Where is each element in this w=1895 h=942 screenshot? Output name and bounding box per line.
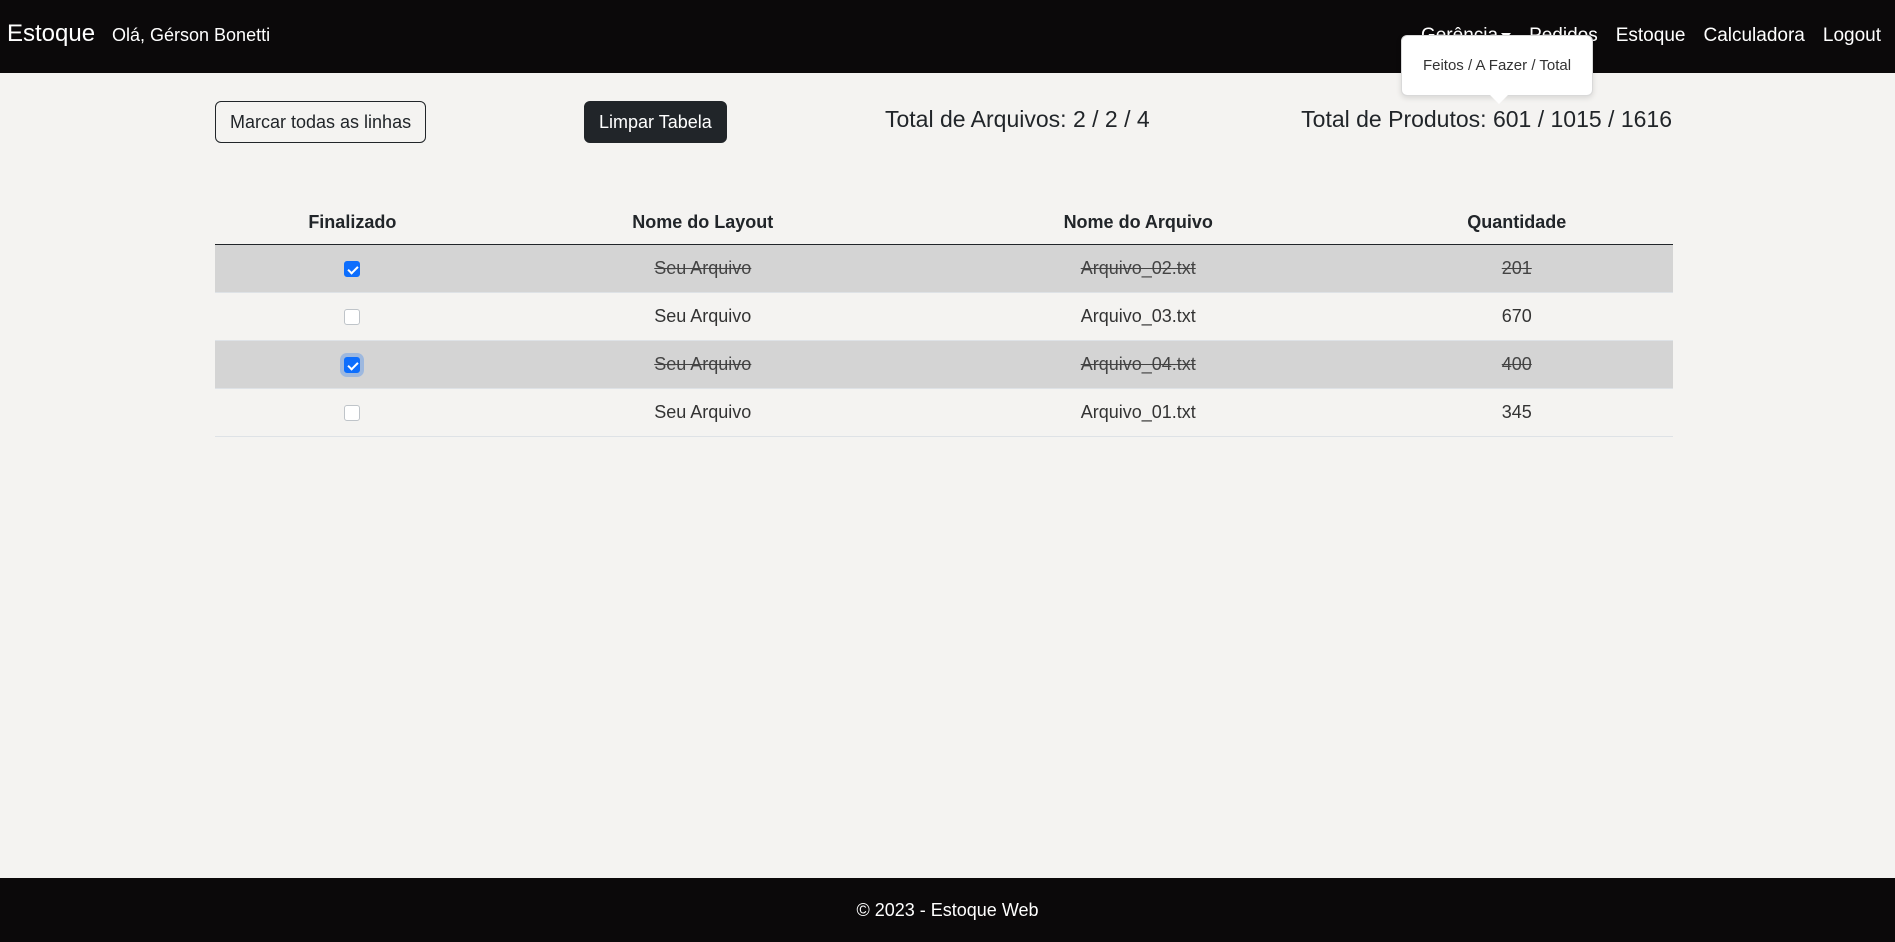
- arquivo-cell: Arquivo_04.txt: [915, 340, 1361, 389]
- nav-estoque[interactable]: Estoque: [1616, 25, 1686, 47]
- quantidade-cell: 201: [1360, 244, 1673, 293]
- header-quantidade: Quantidade: [1360, 200, 1673, 245]
- finalizado-cell: [215, 292, 490, 341]
- user-greeting: Olá, Gérson Bonetti: [112, 25, 271, 45]
- finalizado-checkbox[interactable]: [344, 405, 361, 422]
- finalizado-checkbox[interactable]: [344, 357, 361, 374]
- finalizado-cell: [215, 388, 490, 437]
- footer-copyright: © 2023 - Estoque Web: [856, 899, 1039, 920]
- finalizado-checkbox[interactable]: [344, 309, 361, 326]
- nav-logout[interactable]: Logout: [1823, 25, 1881, 47]
- table-row: Seu Arquivo Arquivo_02.txt 201: [215, 244, 1673, 293]
- quantidade-cell: 670: [1360, 292, 1673, 341]
- brand-link[interactable]: Estoque: [7, 20, 95, 48]
- table-row: Seu Arquivo Arquivo_04.txt 400: [215, 340, 1673, 389]
- quantidade-cell: 400: [1360, 340, 1673, 389]
- arquivo-cell: Arquivo_03.txt: [915, 292, 1361, 341]
- files-table: Finalizado Nome do Layout Nome do Arquiv…: [215, 200, 1673, 437]
- header-arquivo: Nome do Arquivo: [915, 200, 1361, 245]
- table-row: Seu Arquivo Arquivo_01.txt 345: [215, 388, 1673, 437]
- layout-cell: Seu Arquivo: [489, 340, 916, 389]
- layout-cell: Seu Arquivo: [489, 244, 916, 293]
- page-footer: © 2023 - Estoque Web: [0, 878, 1895, 942]
- arquivo-cell: Arquivo_02.txt: [915, 244, 1361, 293]
- finalizado-checkbox[interactable]: [344, 261, 361, 278]
- total-files-text: Total de Arquivos: 2 / 2 / 4: [885, 106, 1150, 132]
- totals-tooltip: Feitos / A Fazer / Total: [1401, 35, 1593, 104]
- table-row: Seu Arquivo Arquivo_03.txt 670: [215, 292, 1673, 341]
- total-products-text[interactable]: Total de Produtos: 601 / 1015 / 1616: [1301, 106, 1672, 133]
- finalizado-cell: [215, 340, 490, 389]
- quantidade-cell: 345: [1360, 388, 1673, 437]
- finalizado-cell: [215, 244, 490, 293]
- header-layout: Nome do Layout: [489, 200, 916, 245]
- table-header-row: Finalizado Nome do Layout Nome do Arquiv…: [215, 200, 1673, 245]
- header-finalizado: Finalizado: [215, 200, 490, 245]
- clear-table-button[interactable]: Limpar Tabela: [584, 101, 727, 143]
- layout-cell: Seu Arquivo: [489, 388, 916, 437]
- arquivo-cell: Arquivo_01.txt: [915, 388, 1361, 437]
- top-navbar: Estoque Olá, Gérson Bonetti Gerência Ped…: [0, 0, 1895, 73]
- mark-all-rows-button[interactable]: Marcar todas as linhas: [215, 101, 427, 143]
- nav-calculadora[interactable]: Calculadora: [1703, 25, 1804, 47]
- layout-cell: Seu Arquivo: [489, 292, 916, 341]
